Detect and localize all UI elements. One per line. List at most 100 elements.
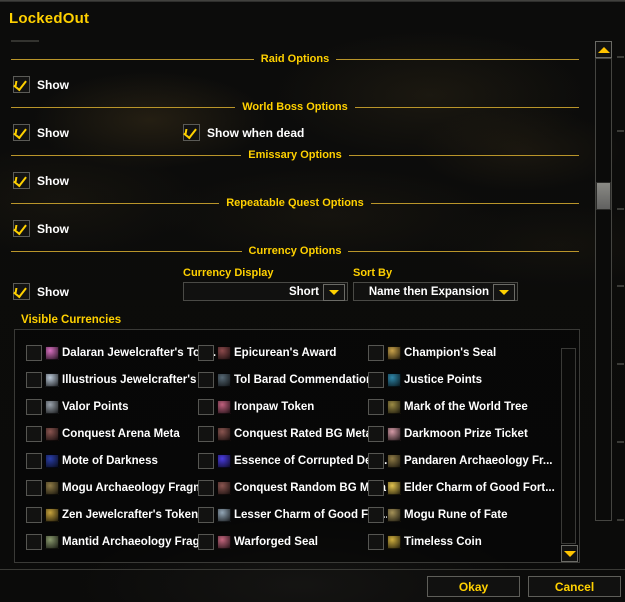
checkbox-currency-show[interactable]: Show	[13, 283, 69, 300]
currency-list-item[interactable]: Illustrious Jewelcrafter's ...	[26, 371, 209, 389]
checkbox-world-boss-show-box[interactable]	[13, 124, 30, 141]
currency-checkbox[interactable]	[26, 345, 42, 361]
currency-list-scroll-down-button[interactable]	[561, 545, 578, 562]
currency-list-item[interactable]: Ironpaw Token	[198, 398, 314, 416]
currency-icon	[217, 400, 231, 414]
currency-checkbox[interactable]	[368, 426, 384, 442]
section-title-world-boss: World Boss Options	[242, 101, 348, 113]
currency-checkbox[interactable]	[26, 453, 42, 469]
currency-list-item[interactable]: Mote of Darkness	[26, 452, 158, 470]
main-scrollbar-track[interactable]	[595, 58, 612, 521]
okay-button[interactable]: Okay	[427, 576, 520, 597]
currency-checkbox[interactable]	[368, 399, 384, 415]
checkbox-repeatable-quest-show-label: Show	[37, 221, 69, 236]
currency-name: Mogu Archaeology Fragm...	[62, 482, 214, 494]
currency-display-dropdown[interactable]: Short	[183, 282, 348, 301]
currency-name: Epicurean's Award	[234, 347, 337, 359]
currency-checkbox[interactable]	[368, 534, 384, 550]
checkbox-world-boss-show-when-dead-box[interactable]	[183, 124, 200, 141]
checkbox-raid-show[interactable]: Show	[13, 76, 69, 93]
page-title: LockedOut	[9, 10, 90, 27]
currency-checkbox[interactable]	[26, 399, 42, 415]
currency-list-item[interactable]: Valor Points	[26, 398, 128, 416]
currency-list-item[interactable]: Mogu Archaeology Fragm...	[26, 479, 213, 497]
currency-list-item[interactable]: Warforged Seal	[198, 533, 318, 551]
currency-list-item[interactable]: Dalaran Jewelcrafter's Tok...	[26, 344, 216, 362]
currency-list-item[interactable]: Mantid Archaeology Frag...	[26, 533, 209, 551]
chevron-down-icon[interactable]	[493, 284, 515, 301]
gutter-tick	[617, 441, 624, 443]
currency-icon	[217, 508, 231, 522]
section-title-repeatable-quest: Repeatable Quest Options	[226, 197, 364, 209]
currency-checkbox[interactable]	[368, 453, 384, 469]
currency-list-item[interactable]: Tol Barad Commendation	[198, 371, 373, 389]
currency-name: Justice Points	[404, 374, 482, 386]
currency-checkbox[interactable]	[368, 480, 384, 496]
checkbox-repeatable-quest-show[interactable]: Show	[13, 220, 69, 237]
currency-list-scrollbar-track[interactable]	[561, 348, 576, 544]
checkbox-world-boss-show-when-dead[interactable]: Show when dead	[183, 124, 304, 141]
currency-list-item[interactable]: Timeless Coin	[368, 533, 482, 551]
currency-checkbox[interactable]	[198, 534, 214, 550]
currency-list-item[interactable]: Mark of the World Tree	[368, 398, 528, 416]
currency-list-item[interactable]: Champion's Seal	[368, 344, 496, 362]
currency-list-item[interactable]: Justice Points	[368, 371, 482, 389]
currency-list-item[interactable]: Elder Charm of Good Fort...	[368, 479, 555, 497]
currency-icon	[387, 373, 401, 387]
section-title-emissary: Emissary Options	[248, 149, 342, 161]
currency-list-item[interactable]: Pandaren Archaeology Fr...	[368, 452, 552, 470]
currency-checkbox[interactable]	[26, 507, 42, 523]
checkbox-raid-show-box[interactable]	[13, 76, 30, 93]
checkbox-currency-show-box[interactable]	[13, 283, 30, 300]
gutter-tick	[617, 285, 624, 287]
main-scrollbar-thumb[interactable]	[596, 182, 611, 210]
checkbox-repeatable-quest-show-box[interactable]	[13, 220, 30, 237]
currency-checkbox[interactable]	[198, 372, 214, 388]
currency-list-item[interactable]: Mogu Rune of Fate	[368, 506, 508, 524]
currency-checkbox[interactable]	[26, 480, 42, 496]
currency-checkbox[interactable]	[198, 426, 214, 442]
currency-checkbox[interactable]	[26, 372, 42, 388]
currency-name: Champion's Seal	[404, 347, 497, 359]
currency-list-item[interactable]: Epicurean's Award	[198, 344, 336, 362]
section-rule-right	[336, 58, 580, 60]
currency-icon	[387, 535, 401, 549]
currency-name: Timeless Coin	[404, 536, 482, 548]
currency-checkbox[interactable]	[26, 534, 42, 550]
currency-checkbox[interactable]	[26, 426, 42, 442]
gutter-tick	[617, 130, 624, 132]
currency-name: Darkmoon Prize Ticket	[404, 428, 528, 440]
currency-display-dropdown-group: Currency Display Short	[183, 267, 348, 301]
currency-checkbox[interactable]	[198, 345, 214, 361]
currency-list-item[interactable]: Conquest Arena Meta	[26, 425, 180, 443]
currency-icon	[45, 373, 59, 387]
cancel-button[interactable]: Cancel	[528, 576, 621, 597]
currency-checkbox[interactable]	[368, 372, 384, 388]
currency-list-item[interactable]: Lesser Charm of Good For...	[198, 506, 389, 524]
currency-checkbox[interactable]	[368, 345, 384, 361]
checkbox-emissary-show[interactable]: Show	[13, 172, 69, 189]
currency-checkbox[interactable]	[198, 480, 214, 496]
currency-name: Mark of the World Tree	[404, 401, 528, 413]
currency-list-item[interactable]: Conquest Random BG Meta	[198, 479, 386, 497]
currency-name: Mogu Rune of Fate	[404, 509, 508, 521]
currency-checkbox[interactable]	[198, 399, 214, 415]
currency-list-item[interactable]: Darkmoon Prize Ticket	[368, 425, 528, 443]
chevron-down-icon[interactable]	[323, 284, 345, 301]
checkbox-emissary-show-box[interactable]	[13, 172, 30, 189]
currency-icon	[45, 427, 59, 441]
sort-by-dropdown[interactable]: Name then Expansion	[353, 282, 518, 301]
currency-list-item[interactable]: Zen Jewelcrafter's Token	[26, 506, 198, 524]
section-rule-right	[348, 154, 580, 156]
currency-checkbox[interactable]	[368, 507, 384, 523]
section-rule-right	[354, 106, 579, 108]
currency-checkbox[interactable]	[198, 507, 214, 523]
section-title-currency: Currency Options	[248, 245, 342, 257]
section-rule-left	[11, 154, 242, 156]
currency-list-item[interactable]: Essence of Corrupted Dea...	[198, 452, 387, 470]
currency-checkbox[interactable]	[198, 453, 214, 469]
main-scroll-up-button[interactable]	[595, 41, 612, 58]
checkbox-world-boss-show[interactable]: Show	[13, 124, 69, 141]
currency-list-item[interactable]: Conquest Rated BG Meta	[198, 425, 372, 443]
checkbox-raid-show-label: Show	[37, 77, 69, 92]
